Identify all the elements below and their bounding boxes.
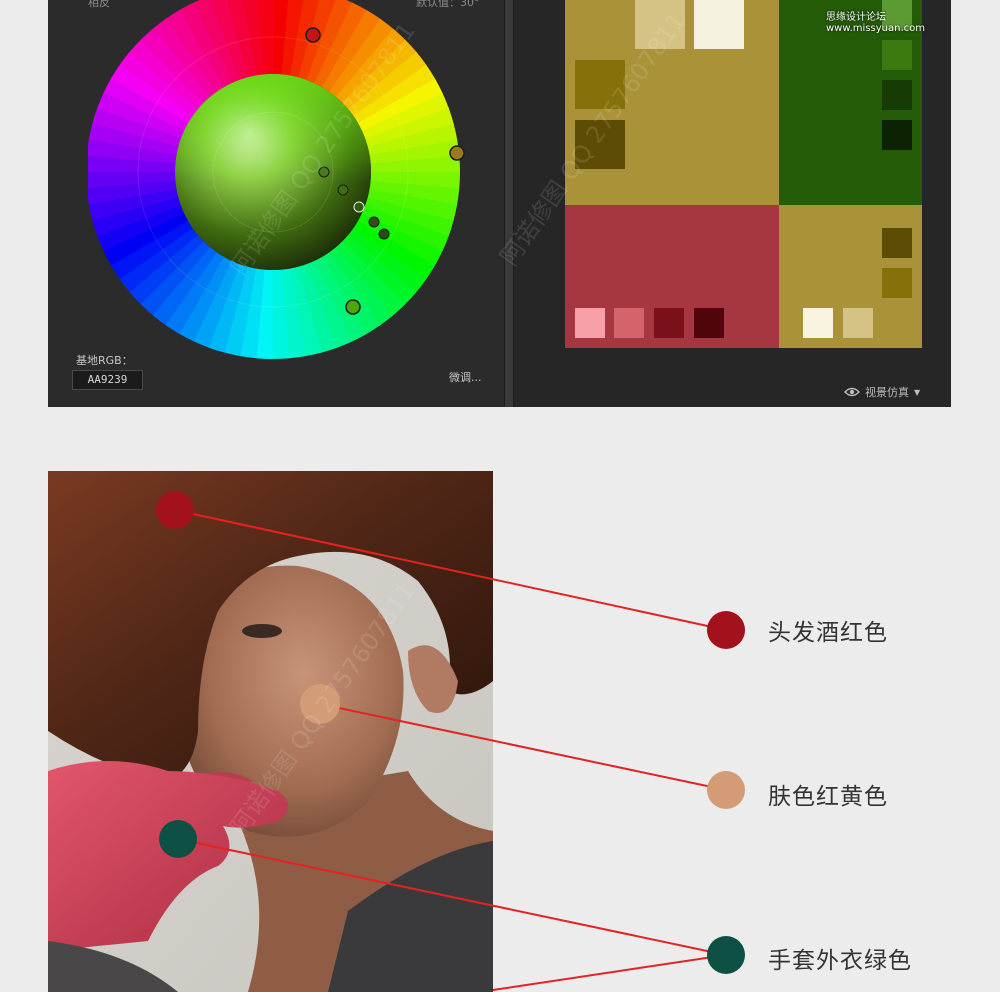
- skin-color-swatch: [707, 771, 745, 809]
- swatch-green-4[interactable]: [882, 120, 912, 150]
- view-simulation-label: 视景仿真: [865, 386, 909, 399]
- wheel-handle-red[interactable]: [305, 27, 321, 43]
- view-simulation-menu[interactable]: 视景仿真 ▼: [844, 384, 920, 400]
- swatch-olive-2-tint-2[interactable]: [843, 308, 873, 338]
- eye: [242, 624, 282, 638]
- swatch-olive-shade-2[interactable]: [575, 120, 625, 169]
- page: 相反 默认值：30° 基地RGB： AA9239 微调... 视景仿真 ▼ 思缘…: [0, 0, 1000, 992]
- swatch-olive-2-shade-2[interactable]: [882, 268, 912, 298]
- skin-color-label: 肤色红黄色: [768, 784, 888, 810]
- swatch-red-3[interactable]: [654, 308, 684, 338]
- disc-handle-2[interactable]: [337, 184, 349, 196]
- base-rgb-label: 基地RGB：: [76, 354, 133, 367]
- color-wheel[interactable]: [88, 0, 468, 365]
- disc-handle-5[interactable]: [378, 228, 390, 240]
- brand-watermark: 思缘设计论坛 www.missyuan.com: [826, 12, 925, 34]
- panel-divider[interactable]: [504, 0, 514, 407]
- glove-color-swatch: [707, 936, 745, 974]
- color-wheel-panel: 相反 默认值：30° 基地RGB： AA9239 微调...: [48, 0, 504, 407]
- swatch-red-1[interactable]: [575, 308, 605, 338]
- portrait-photo: [48, 471, 493, 992]
- swatch-olive-2-tint-1[interactable]: [803, 308, 833, 338]
- swatch-red-2[interactable]: [614, 308, 644, 338]
- disc-handle-4[interactable]: [368, 216, 380, 228]
- saturation-overlay: [175, 74, 371, 270]
- fine-tune-button[interactable]: 微调...: [449, 369, 482, 385]
- swatch-olive-tint-2[interactable]: [694, 0, 744, 49]
- swatch-olive-2-shade-1[interactable]: [882, 228, 912, 258]
- glove-color-label: 手套外衣绿色: [768, 948, 912, 974]
- caret-down-icon: ▼: [914, 387, 921, 397]
- eye-icon: [844, 387, 860, 397]
- swatch-green-3[interactable]: [882, 80, 912, 110]
- hair-color-label: 头发酒红色: [768, 620, 888, 646]
- swatch-panel: 视景仿真 ▼: [514, 0, 951, 407]
- disc-handle-1[interactable]: [318, 166, 330, 178]
- swatch-olive-tint-1[interactable]: [635, 0, 685, 49]
- wheel-handle-base[interactable]: [449, 145, 465, 161]
- hair-color-swatch: [707, 611, 745, 649]
- base-rgb-input[interactable]: AA9239: [72, 370, 143, 390]
- color-scheme-tool: 相反 默认值：30° 基地RGB： AA9239 微调... 视景仿真 ▼ 思缘…: [48, 0, 951, 407]
- swatch-olive-shade-1[interactable]: [575, 60, 625, 109]
- jacket-callout-line: [492, 954, 727, 991]
- wheel-handle-green[interactable]: [345, 299, 361, 315]
- disc-handle-3[interactable]: [353, 201, 365, 213]
- swatch-red-4[interactable]: [694, 308, 724, 338]
- swatch-green-2[interactable]: [882, 40, 912, 70]
